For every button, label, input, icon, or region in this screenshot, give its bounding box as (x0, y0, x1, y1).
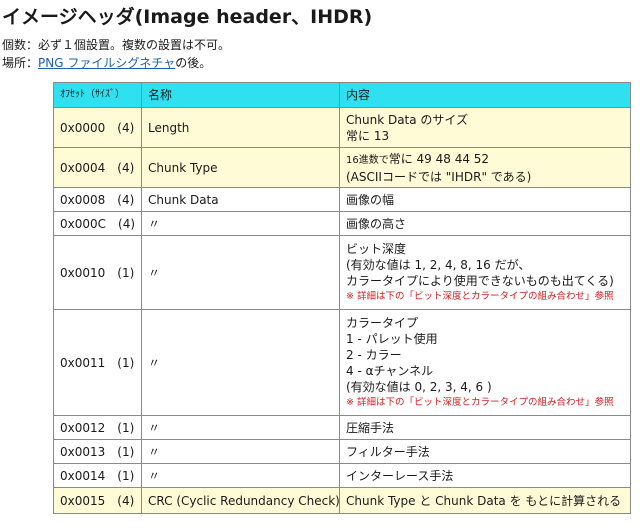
content-line: 4 - αチャンネル (346, 363, 434, 378)
size-value: (1) (117, 355, 135, 370)
content-line: 1 - パレット使用 (346, 331, 438, 346)
size-value: (4) (117, 192, 135, 207)
content-line: 画像の高さ (346, 216, 407, 231)
table-row: 0x0011 (1) 〃 カラータイプ 1 - パレット使用 2 - カラー 4 - α… (53, 309, 631, 416)
location-line: 場所：PNG ファイルシグネチャの後。 (2, 54, 211, 71)
offset-cell: 0x0000 (4) (53, 107, 142, 148)
name-cell: Length (141, 107, 340, 148)
size-value: (1) (117, 265, 135, 280)
content-line: インターレース手法 (346, 468, 454, 483)
offset-value: 0x0010 (60, 265, 106, 280)
content-line: カラータイプ (346, 315, 419, 330)
content-line: 圧縮手法 (346, 420, 395, 435)
size-value: (1) (117, 444, 135, 459)
name-cell: 〃 (141, 439, 340, 464)
offset-value: 0x000C (60, 216, 107, 231)
name-cell: CRC (Cyclic Redundancy Check) (141, 487, 340, 514)
table-row: 0x0010 (1) 〃 ビット深度 (有効な値は 1, 2, 4, 8, 16 だ… (53, 235, 631, 310)
offset-cell: 0x0008 (4) (53, 187, 142, 212)
offset-cell: 0x0013 (1) (53, 439, 142, 464)
offset-cell: 0x0012 (1) (53, 415, 142, 440)
content-line: 16進数で常に 49 48 44 52 (346, 151, 624, 169)
png-signature-link[interactable]: PNG ファイルシグネチャ (38, 56, 175, 70)
content-line: フィルター手法 (346, 444, 430, 459)
note-text: ※ 詳細は下の「ビット深度とカラータイプの組み合わせ」参照 (346, 396, 614, 408)
header-name: 名称 (141, 82, 340, 108)
content-cell: 16進数で常に 49 48 44 52 (ASCIIコードでは "IHDR" であ… (339, 147, 631, 188)
name-cell: 〃 (141, 415, 340, 440)
content-cell: 圧縮手法 (339, 415, 631, 440)
content-cell: 画像の高さ (339, 211, 631, 236)
ihdr-table: ｵﾌｾｯﾄ（ｻｲｽﾞ） 名称 内容 0x0000 (4) Length Chunk… (53, 82, 631, 514)
offset-value: 0x0011 (60, 355, 106, 370)
table-row: 0x0000 (4) Length Chunk Data のサイズ 常に 13 (53, 107, 631, 148)
size-value: (1) (117, 468, 135, 483)
offset-value: 0x0012 (60, 420, 106, 435)
offset-cell: 0x0004 (4) (53, 147, 142, 188)
content-line: 画像の幅 (346, 192, 395, 207)
offset-cell: 0x0015 (4) (53, 487, 142, 514)
table-row: 0x0013 (1) 〃 フィルター手法 (53, 439, 631, 464)
content-line: 2 - カラー (346, 347, 402, 362)
table-row: 0x0012 (1) 〃 圧縮手法 (53, 415, 631, 440)
note-text: ※ 詳細は下の「ビット深度とカラータイプの組み合わせ」参照 (346, 290, 614, 302)
hex-prefix: 16進数で (346, 154, 389, 166)
content-line: (ASCIIコードでは "IHDR" である) (346, 169, 532, 184)
size-value: (4) (118, 216, 136, 231)
table-row: 0x0015 (4) CRC (Cyclic Redundancy Check) … (53, 487, 631, 514)
name-cell: Chunk Type (141, 147, 340, 188)
name-cell: 〃 (141, 211, 340, 236)
offset-value: 0x0014 (60, 468, 106, 483)
offset-value: 0x0013 (60, 444, 106, 459)
content-line: Chunk Type と Chunk Data を もとに計算される (346, 493, 622, 508)
table-row: 0x0008 (4) Chunk Data 画像の幅 (53, 187, 631, 212)
content-cell: 画像の幅 (339, 187, 631, 212)
offset-cell: 0x0010 (1) (53, 235, 142, 310)
offset-value: 0x0008 (60, 192, 106, 207)
name-cell: Chunk Data (141, 187, 340, 212)
content-line-text: 常に 49 48 44 52 (388, 151, 490, 166)
offset-cell: 0x0011 (1) (53, 309, 142, 416)
offset-value: 0x0000 (60, 120, 106, 135)
name-cell: 〃 (141, 235, 340, 310)
content-line: 常に 13 (346, 128, 390, 143)
content-line: (有効な値は 1, 2, 4, 8, 16 だが、 (346, 257, 531, 272)
content-cell: フィルター手法 (339, 439, 631, 464)
offset-value: 0x0015 (60, 493, 106, 508)
header-content: 内容 (339, 82, 631, 108)
offset-value: 0x0004 (60, 160, 106, 175)
count-line: 個数：必ず１個設置。複数の設置は不可。 (2, 38, 231, 52)
location-suffix: の後。 (175, 56, 212, 70)
name-cell: 〃 (141, 309, 340, 416)
table-header-row: ｵﾌｾｯﾄ（ｻｲｽﾞ） 名称 内容 (53, 82, 631, 108)
size-value: (1) (117, 420, 135, 435)
size-value: (4) (117, 493, 135, 508)
size-value: (4) (117, 160, 135, 175)
content-cell: ビット深度 (有効な値は 1, 2, 4, 8, 16 だが、 カラータイプにより使… (339, 235, 631, 310)
name-cell: 〃 (141, 463, 340, 488)
size-value: (4) (117, 120, 135, 135)
content-line: ビット深度 (346, 241, 407, 256)
header-offset: ｵﾌｾｯﾄ（ｻｲｽﾞ） (53, 82, 142, 108)
content-line: (有効な値は 0, 2, 3, 4, 6 ) (346, 379, 492, 394)
content-cell: カラータイプ 1 - パレット使用 2 - カラー 4 - αチャンネル (有効な値は … (339, 309, 631, 416)
page-title: イメージヘッダ(Image header、IHDR) (2, 6, 373, 28)
content-cell: インターレース手法 (339, 463, 631, 488)
table-row: 0x0004 (4) Chunk Type 16進数で常に 49 48 44 52… (53, 147, 631, 188)
content-line: Chunk Data のサイズ (346, 112, 469, 127)
offset-cell: 0x0014 (1) (53, 463, 142, 488)
table-row: 0x000C (4) 〃 画像の高さ (53, 211, 631, 236)
offset-cell: 0x000C (4) (53, 211, 142, 236)
content-line: カラータイプにより使用できないものも出てくる) (346, 273, 614, 288)
content-cell: Chunk Data のサイズ 常に 13 (339, 107, 631, 148)
table-row: 0x0014 (1) 〃 インターレース手法 (53, 463, 631, 488)
content-cell: Chunk Type と Chunk Data を もとに計算される (339, 487, 631, 514)
location-label: 場所： (2, 56, 39, 70)
